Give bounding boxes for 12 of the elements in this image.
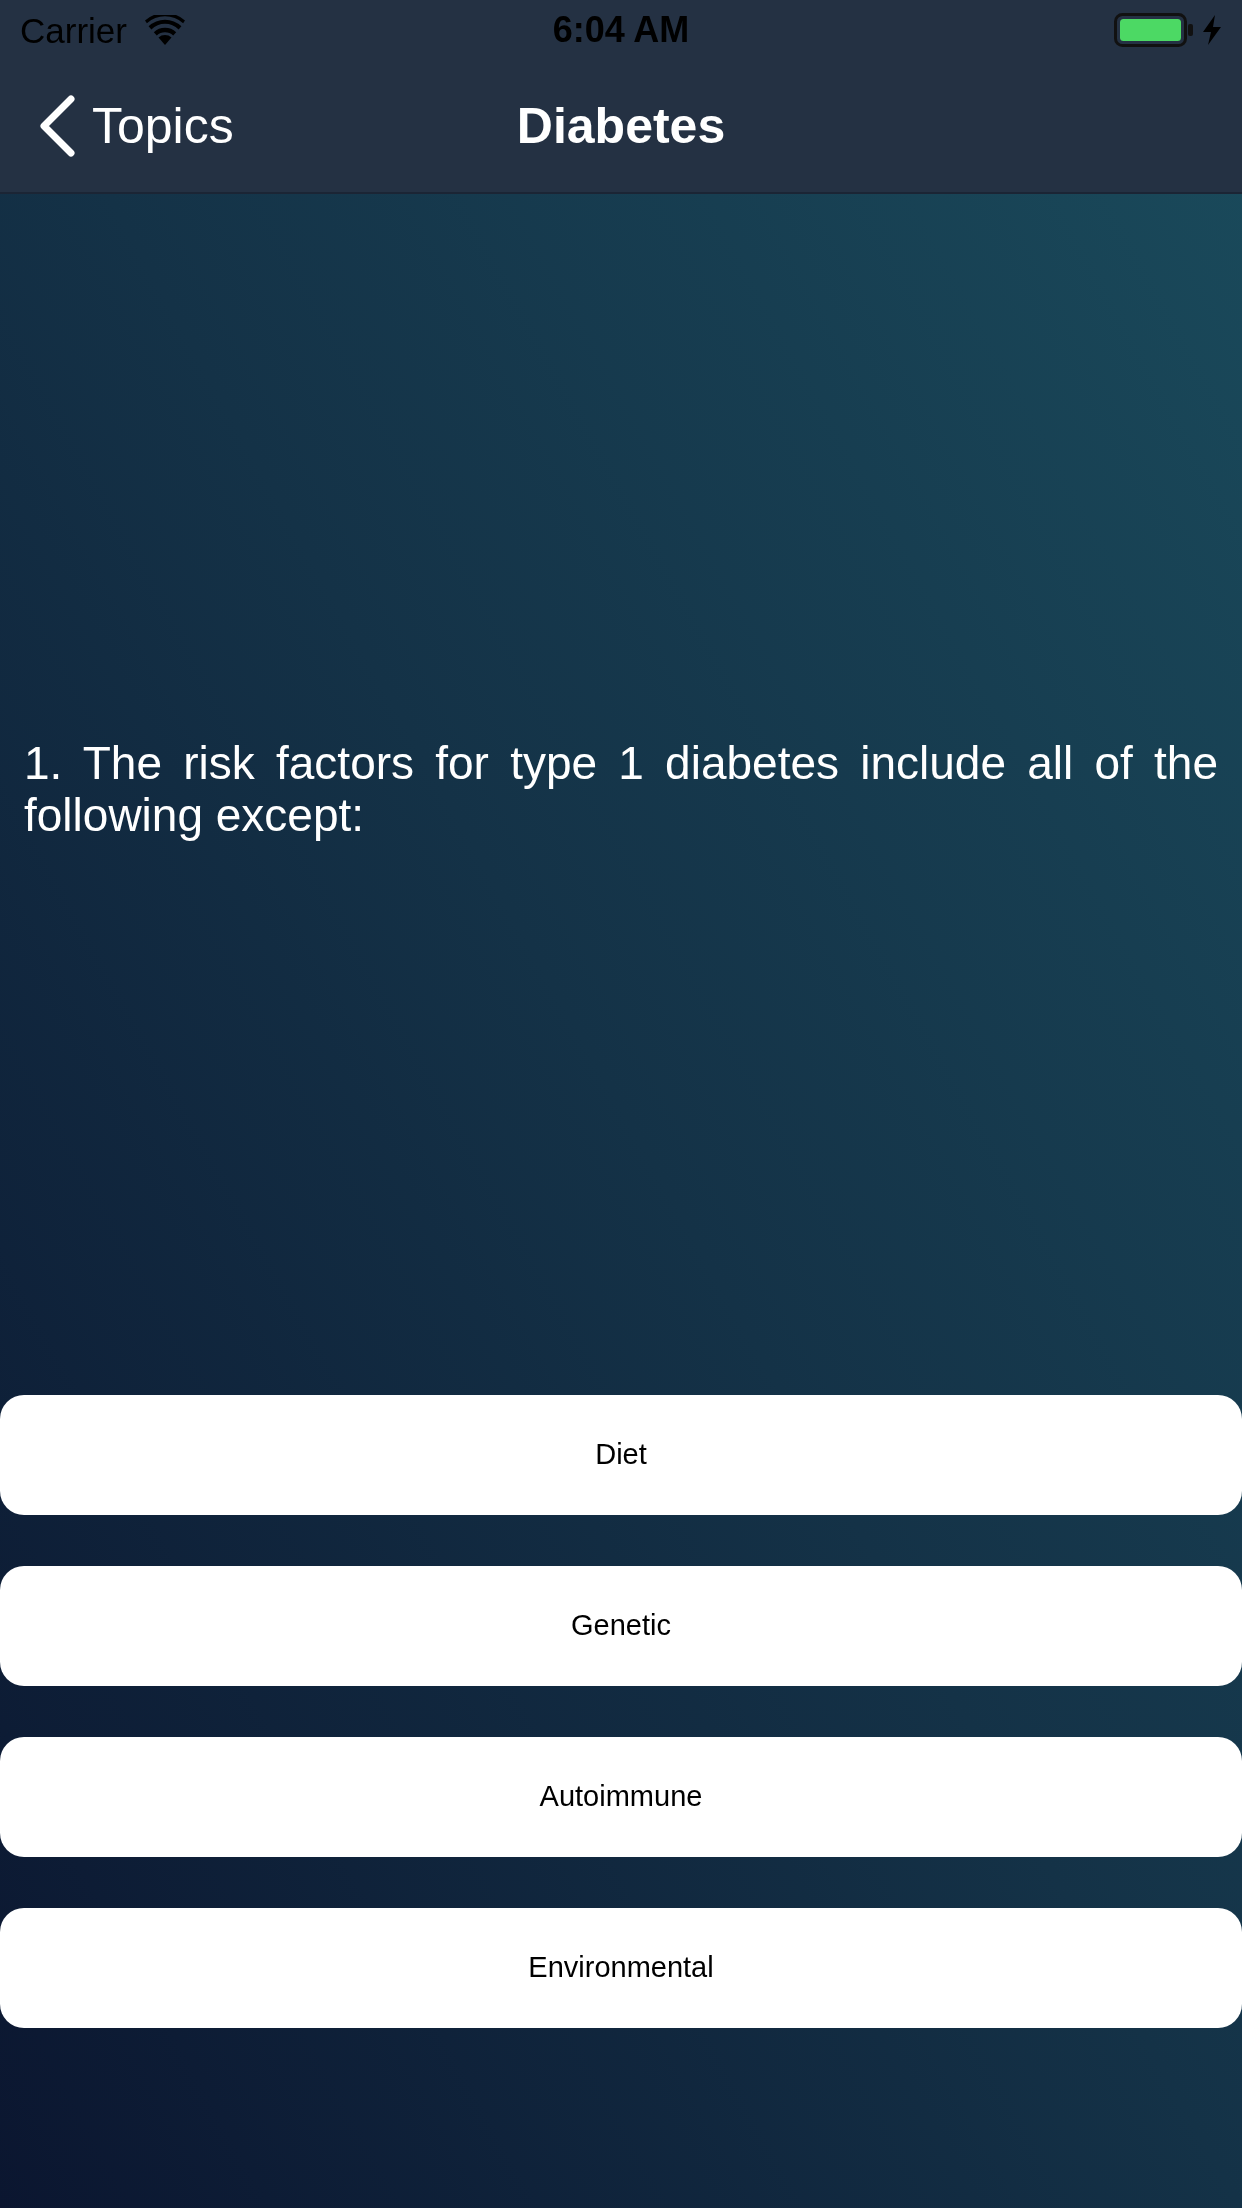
screen-title: Diabetes: [516, 101, 726, 151]
answer-button[interactable]: Environmental: [0, 1908, 1242, 2028]
answer-button[interactable]: Autoimmune: [0, 1737, 1242, 1857]
battery-icon: [1114, 13, 1194, 47]
back-button[interactable]: Topics: [0, 95, 234, 157]
carrier-label: Carrier: [20, 12, 127, 48]
question-text: 1. The risk factors for type 1 diabetes include all of the following except:: [24, 736, 1218, 841]
chevron-left-icon: [38, 95, 76, 157]
answer-button[interactable]: Diet: [0, 1395, 1242, 1515]
answer-button[interactable]: Genetic: [0, 1566, 1242, 1686]
clock-time: 6:04 AM: [552, 12, 690, 48]
wifi-icon: [144, 15, 185, 45]
